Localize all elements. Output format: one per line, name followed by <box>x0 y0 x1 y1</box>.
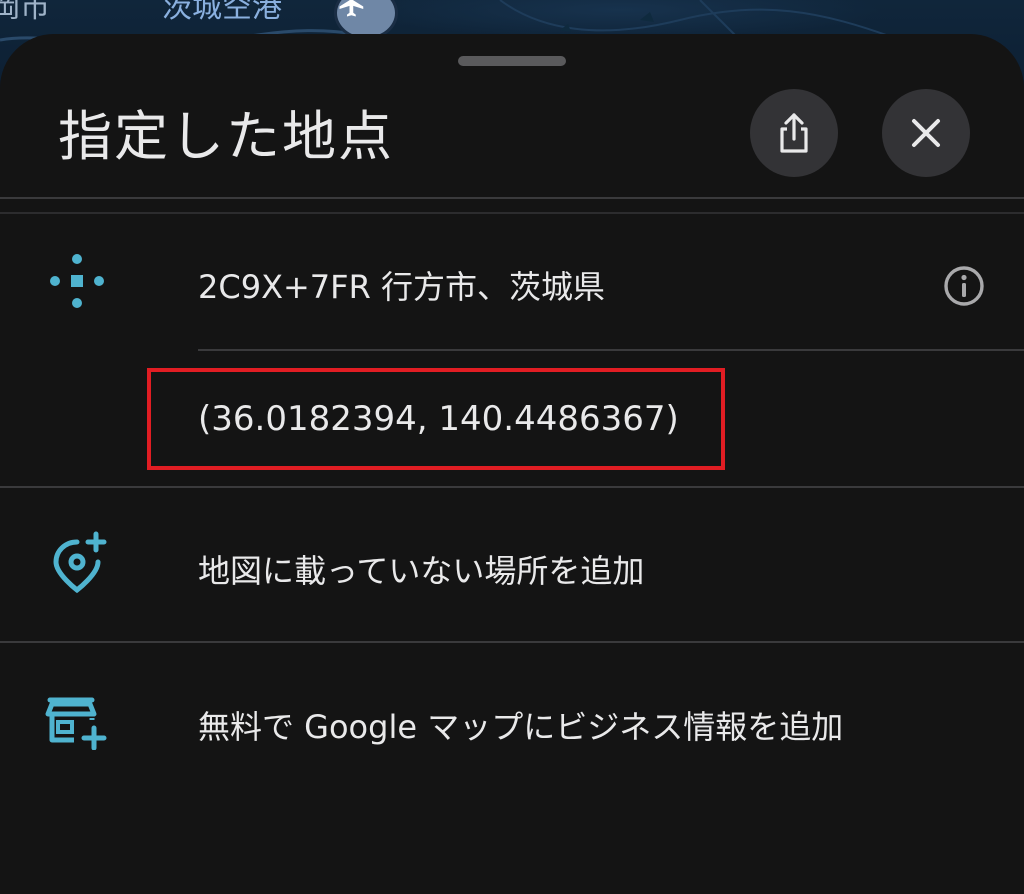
close-icon <box>912 119 940 147</box>
plus-code-icon <box>46 250 108 312</box>
add-missing-place-link[interactable]: 地図に載っていない場所を追加 <box>198 546 644 592</box>
place-sheet: 指定した地点 2C9X+7FR 行方市、茨城県 (36.0182394, 140… <box>0 34 1024 894</box>
share-button[interactable] <box>750 89 838 177</box>
sheet-drag-handle[interactable] <box>458 56 566 66</box>
share-icon <box>780 113 808 153</box>
sheet-title: 指定した地点 <box>58 105 394 168</box>
row-divider <box>0 641 1024 643</box>
row-divider <box>0 486 1024 488</box>
map-place-label: 岡市 <box>0 0 50 25</box>
close-button[interactable] <box>882 89 970 177</box>
info-icon <box>944 266 984 306</box>
map-airport-label[interactable]: 茨城空港 <box>162 0 282 26</box>
add-business-link[interactable]: 無料で Google マップにビジネス情報を追加 <box>198 702 843 748</box>
highlight-annotation <box>147 368 725 470</box>
plus-code-label[interactable]: 2C9X+7FR 行方市、茨城県 <box>198 262 605 308</box>
add-location-pin-icon <box>48 530 110 596</box>
header-divider <box>0 197 1024 199</box>
header-divider-secondary <box>0 212 1024 214</box>
info-button[interactable] <box>942 264 986 308</box>
add-storefront-icon <box>44 694 110 750</box>
row-divider <box>198 349 1024 351</box>
